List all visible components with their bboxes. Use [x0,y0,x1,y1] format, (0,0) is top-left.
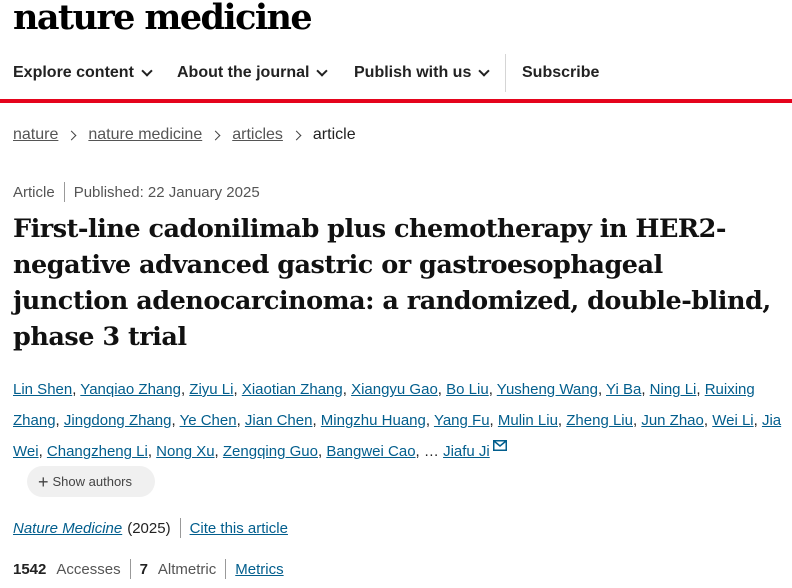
author-link[interactable]: Bo Liu [446,381,489,398]
accesses-label: Accesses [56,560,121,578]
breadcrumb-nature[interactable]: nature [13,126,58,144]
author-link[interactable]: Zengqing Guo [223,443,318,460]
accesses-count: 1542 [13,560,47,578]
author-link[interactable]: Mulin Liu [498,412,558,429]
author-link[interactable]: Jiafu Ji [443,443,490,460]
chevron-right-icon [210,130,221,140]
metrics-link[interactable]: Metrics [235,561,283,578]
breadcrumb-articles[interactable]: articles [232,126,283,144]
chevron-right-icon [291,130,302,140]
author-list: Lin Shen, Yanqiao Zhang, Ziyu Li, Xiaoti… [13,381,782,460]
published-date: Published: 22 January 2025 [73,183,260,201]
nav-publish-label: Publish with us [354,64,472,81]
breadcrumb-nature-medicine[interactable]: nature medicine [88,126,202,144]
author-link[interactable]: Yusheng Wang [497,381,598,398]
breadcrumb: nature nature medicine articles article [13,126,356,144]
nav-subscribe[interactable]: Subscribe [522,52,599,94]
author-link[interactable]: Zheng Liu [566,412,633,429]
show-authors-button[interactable]: + Show authors [27,466,155,497]
altmetric-label: Altmetric [157,560,217,578]
chevron-down-icon [316,64,329,77]
author-link[interactable]: Lin Shen [13,381,72,398]
nav-about-journal[interactable]: About the journal [177,52,329,94]
chevron-down-icon [478,64,491,77]
citation-year: (2025) [127,519,171,537]
nav-subscribe-label: Subscribe [522,64,600,81]
author-link[interactable]: Xiangyu Gao [351,381,438,398]
author-link[interactable]: Ning Li [650,381,697,398]
authors-ellipsis: … [423,443,439,460]
article-metrics: 1542 Accesses 7 Altmetric Metrics [13,559,284,579]
author-link[interactable]: Wei Li [712,412,753,429]
journal-link[interactable]: Nature Medicine [13,520,122,537]
article-meta: Article Published: 22 January 2025 [13,182,260,202]
header-accent-bar [0,99,792,103]
main-nav: Explore content About the journal Publis… [0,52,792,100]
author-link[interactable]: Jingdong Zhang [64,412,172,429]
show-authors-label: Show authors [52,474,133,489]
author-link[interactable]: Ziyu Li [189,381,233,398]
altmetric-count: 7 [139,560,148,578]
author-link[interactable]: Bangwei Cao [326,443,415,460]
author-link[interactable]: Jun Zhao [641,412,704,429]
author-link[interactable]: Yi Ba [606,381,641,398]
metrics-divider [225,559,227,579]
chevron-down-icon [141,64,153,77]
author-link[interactable]: Mingzhu Huang [321,412,426,429]
author-link[interactable]: Changzheng Li [47,443,148,460]
cite-article-link[interactable]: Cite this article [190,520,288,537]
breadcrumb-current: article [312,126,356,143]
article-type: Article [13,183,55,201]
article-title: First-line cadonilimab plus chemotherapy… [13,214,771,352]
author-link[interactable]: Ye Chen [180,412,237,429]
email-icon[interactable] [492,440,507,451]
journal-name: Nature Medicine [13,519,123,537]
author-link[interactable]: Nong Xu [156,443,214,460]
nav-divider [505,54,506,92]
author-link[interactable]: Yanqiao Zhang [80,381,181,398]
author-link[interactable]: Yang Fu [434,412,490,429]
citation-line: Nature Medicine (2025) Cite this article [13,518,288,538]
meta-divider [63,182,65,202]
chevron-right-icon [66,130,77,140]
plus-icon: + [38,471,49,492]
nav-about-label: About the journal [177,64,310,81]
nav-explore-content[interactable]: Explore content [13,52,153,94]
author-link[interactable]: Jian Chen [245,412,313,429]
nav-publish[interactable]: Publish with us [354,52,491,94]
site-logo[interactable]: nature medicine [13,0,313,40]
nav-explore-label: Explore content [13,64,134,81]
metrics-divider [129,559,131,579]
author-link[interactable]: Xiaotian Zhang [242,381,343,398]
citation-divider [179,518,181,538]
